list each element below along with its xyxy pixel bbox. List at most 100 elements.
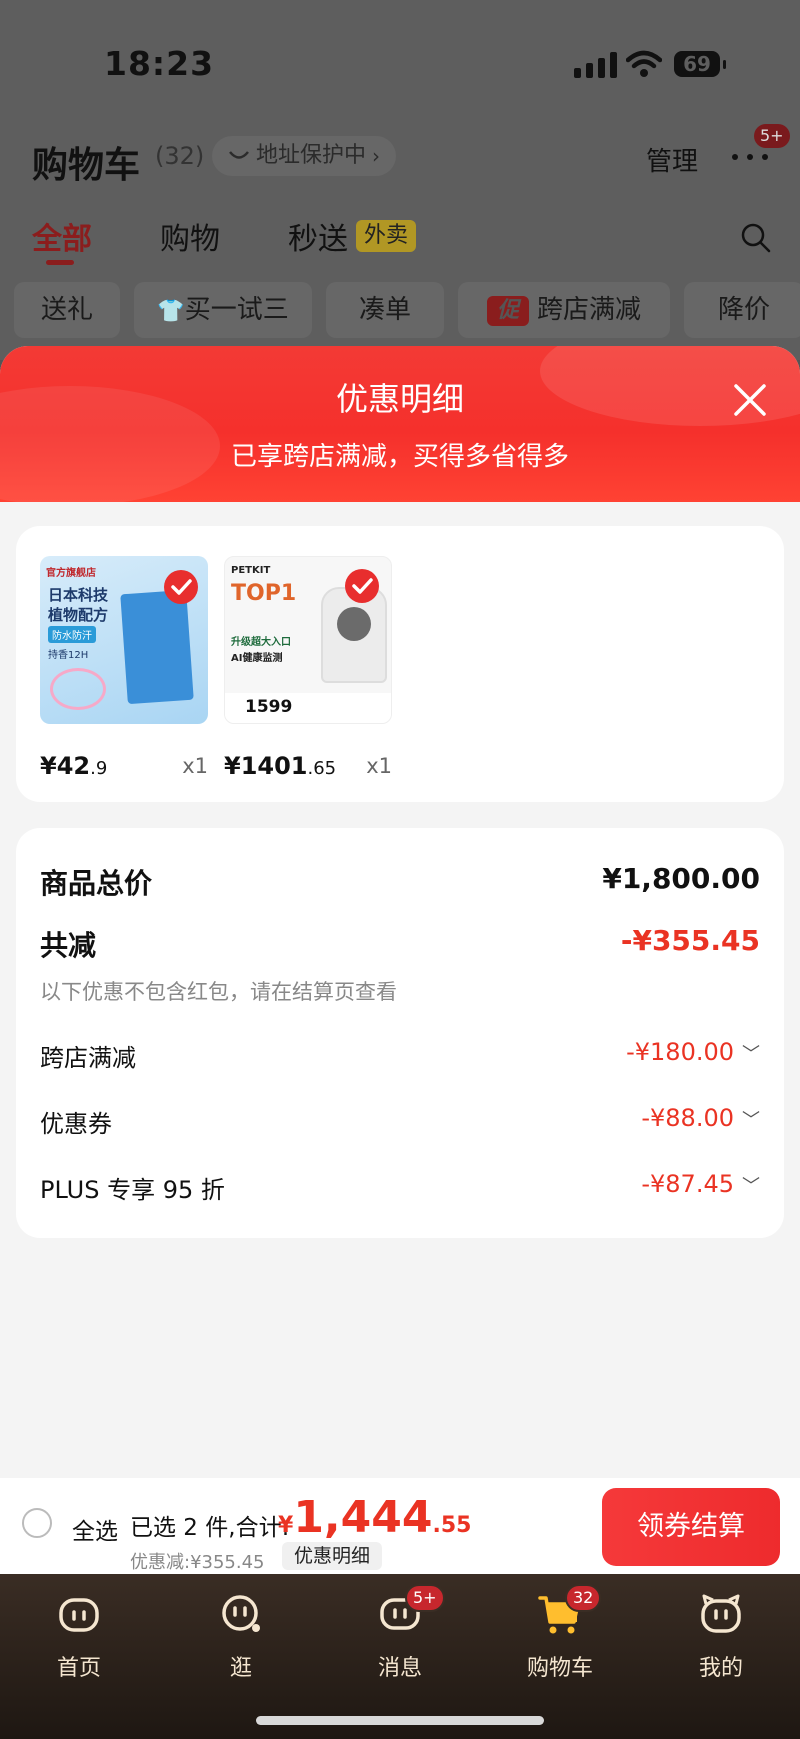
discount-label: 优惠券 <box>40 1110 112 1138</box>
discount-value: -¥180.00 ﹀ <box>626 1038 760 1066</box>
discount-value: -¥88.00 ﹀ <box>641 1104 760 1132</box>
product-image: 官方旗舰店 日本科技 植物配方 防水防汗 持香12H <box>40 556 208 724</box>
page-title: 购物车 <box>32 145 141 186</box>
tabbar-browse[interactable]: 逛 <box>186 1592 296 1682</box>
more-badge: 5+ <box>754 124 790 148</box>
background-cart-page: 18:23 69 购物车 (32) 地址保护中 › 管理 5+ 全部 购物 秒送… <box>0 0 800 360</box>
tabbar-messages[interactable]: 5+ 消息 <box>345 1584 455 1682</box>
wifi-icon <box>626 50 662 77</box>
search-icon[interactable] <box>740 222 772 254</box>
discount-value: -¥87.45 ﹀ <box>641 1170 760 1198</box>
profile-icon <box>701 1594 741 1633</box>
cart-count: (32) <box>155 142 205 170</box>
filter-chip-label: 买一试三 <box>184 295 289 325</box>
status-time: 18:23 <box>104 44 215 83</box>
filter-chip-label: 跨店满减 <box>536 295 641 325</box>
price-summary-card: 商品总价 ¥1,800.00 共减 -¥355.45 以下优惠不包含红包，请在结… <box>16 828 784 1238</box>
more-options-button[interactable]: 5+ <box>730 124 790 174</box>
tabbar-label: 购物车 <box>526 1656 593 1681</box>
reduction-note: 以下优惠不包含红包，请在结算页查看 <box>40 980 397 1004</box>
tabbar-label: 首页 <box>56 1656 101 1681</box>
device-opening <box>337 607 371 641</box>
waimai-tag: 外卖 <box>356 220 417 252</box>
total-reduction-label: 共减 <box>40 929 97 962</box>
select-all-label[interactable]: 全选 <box>72 1512 118 1546</box>
select-all-checkbox[interactable] <box>22 1508 52 1538</box>
discount-amount: -¥180.00 <box>626 1038 734 1066</box>
tshirt-icon: 👕 <box>157 299 185 324</box>
product-image-text: PETKIT <box>231 565 271 576</box>
smile-icon <box>229 151 249 159</box>
discount-amount: -¥88.00 <box>641 1104 734 1132</box>
price-decimal: .65 <box>307 758 337 779</box>
total-price: ¥1,444.55 <box>278 1492 471 1543</box>
product-item[interactable]: PETKIT TOP1 升级超大入口 AI健康监测 1599 ¥1401.65 … <box>224 556 392 780</box>
product-image-text: 升级超大入口 <box>231 637 291 648</box>
filter-chip-price-drop[interactable]: 降价 <box>684 282 800 338</box>
total-integer: 1,444 <box>293 1492 433 1543</box>
tabbar-label: 消息 <box>377 1656 422 1681</box>
filter-chip-cross-store[interactable]: 促跨店满减 <box>458 282 670 338</box>
product-image-text: 防水防汗 <box>48 626 96 643</box>
checked-icon[interactable] <box>164 570 198 604</box>
product-image-text: 日本科技 <box>48 586 109 604</box>
address-protection-pill[interactable]: 地址保护中 › <box>212 136 397 176</box>
filter-chip-gift[interactable]: 送礼 <box>14 282 120 338</box>
home-indicator <box>256 1716 544 1725</box>
discount-detail-button[interactable]: 优惠明细 <box>282 1542 383 1570</box>
total-decimal: .55 <box>432 1513 472 1538</box>
chevron-down-icon: ﹀ <box>742 1110 760 1131</box>
price-decimal: .9 <box>90 758 108 779</box>
filter-chips: 送礼 👕买一试三 凑单 促跨店满减 降价 <box>0 282 800 338</box>
active-tab-indicator <box>46 260 74 265</box>
address-protection-label: 地址保护中 <box>256 143 367 168</box>
product-quantity: x1 <box>182 754 208 778</box>
tabbar-label: 我的 <box>698 1656 743 1681</box>
product-image-text: 官方旗舰店 <box>46 568 96 579</box>
checkout-button[interactable]: 领券结算 <box>602 1488 780 1566</box>
checked-icon[interactable] <box>345 569 379 603</box>
total-currency: ¥ <box>278 1513 294 1538</box>
selected-count-text: 已选 2 件,合计: <box>130 1515 290 1541</box>
price-integer: ¥1401 <box>224 752 308 780</box>
product-item[interactable]: 官方旗舰店 日本科技 植物配方 防水防汗 持香12H ¥42.9 x1 <box>40 556 208 780</box>
tabbar-me[interactable]: 我的 <box>666 1592 776 1682</box>
status-bar: 18:23 69 <box>0 0 800 120</box>
chevron-down-icon: ﹀ <box>742 1044 760 1065</box>
tabbar-label: 逛 <box>229 1656 252 1681</box>
product-quantity: x1 <box>366 754 392 778</box>
tabbar-home[interactable]: 首页 <box>24 1592 134 1682</box>
filter-chip-bundle[interactable]: 凑单 <box>326 282 444 338</box>
chevron-down-icon: ﹀ <box>742 1176 760 1197</box>
product-price-strip: 1599 <box>225 693 391 723</box>
cart-badge: 32 <box>565 1584 602 1612</box>
tabbar-cart[interactable]: 32 购物车 <box>505 1584 615 1682</box>
browse-icon <box>222 1595 260 1632</box>
sheet-subtitle: 已享跨店满减，买得多省得多 <box>230 442 569 472</box>
selected-products-card: 官方旗舰店 日本科技 植物配方 防水防汗 持香12H ¥42.9 x1 PETK… <box>16 526 784 802</box>
tab-shopping[interactable]: 购物 <box>160 214 220 258</box>
discount-label: PLUS 专享 95 折 <box>40 1176 225 1204</box>
product-image-text: TOP1 <box>231 581 297 606</box>
product-image-text: AI健康监测 <box>231 653 283 664</box>
checkout-bar: 全选 已选 2 件,合计: ¥1,444.55 优惠减:¥355.45 优惠明细… <box>0 1478 800 1574</box>
messages-badge: 5+ <box>405 1584 445 1612</box>
saving-text: 优惠减:¥355.45 <box>130 1552 265 1573</box>
home-icon <box>59 1598 99 1632</box>
product-decoration <box>50 668 106 710</box>
product-price: ¥42.9 <box>40 752 107 780</box>
filter-chip-buy-one-try-three[interactable]: 👕买一试三 <box>134 282 312 338</box>
chevron-right-icon: › <box>372 144 381 168</box>
manage-button[interactable]: 管理 <box>646 141 698 178</box>
product-price: ¥1401.65 <box>224 752 336 780</box>
sheet-header: 优惠明细 已享跨店满减，买得多省得多 <box>0 346 800 506</box>
tab-all[interactable]: 全部 <box>32 214 92 258</box>
close-icon[interactable] <box>730 380 770 420</box>
total-reduction-value: -¥355.45 <box>620 924 760 957</box>
product-package <box>120 589 194 705</box>
promo-icon: 促 <box>486 295 529 326</box>
tab-instant-delivery[interactable]: 秒送 <box>288 214 348 258</box>
goods-total-label: 商品总价 <box>40 867 153 900</box>
goods-total-value: ¥1,800.00 <box>602 862 760 895</box>
battery-icon: 69 <box>674 51 726 77</box>
